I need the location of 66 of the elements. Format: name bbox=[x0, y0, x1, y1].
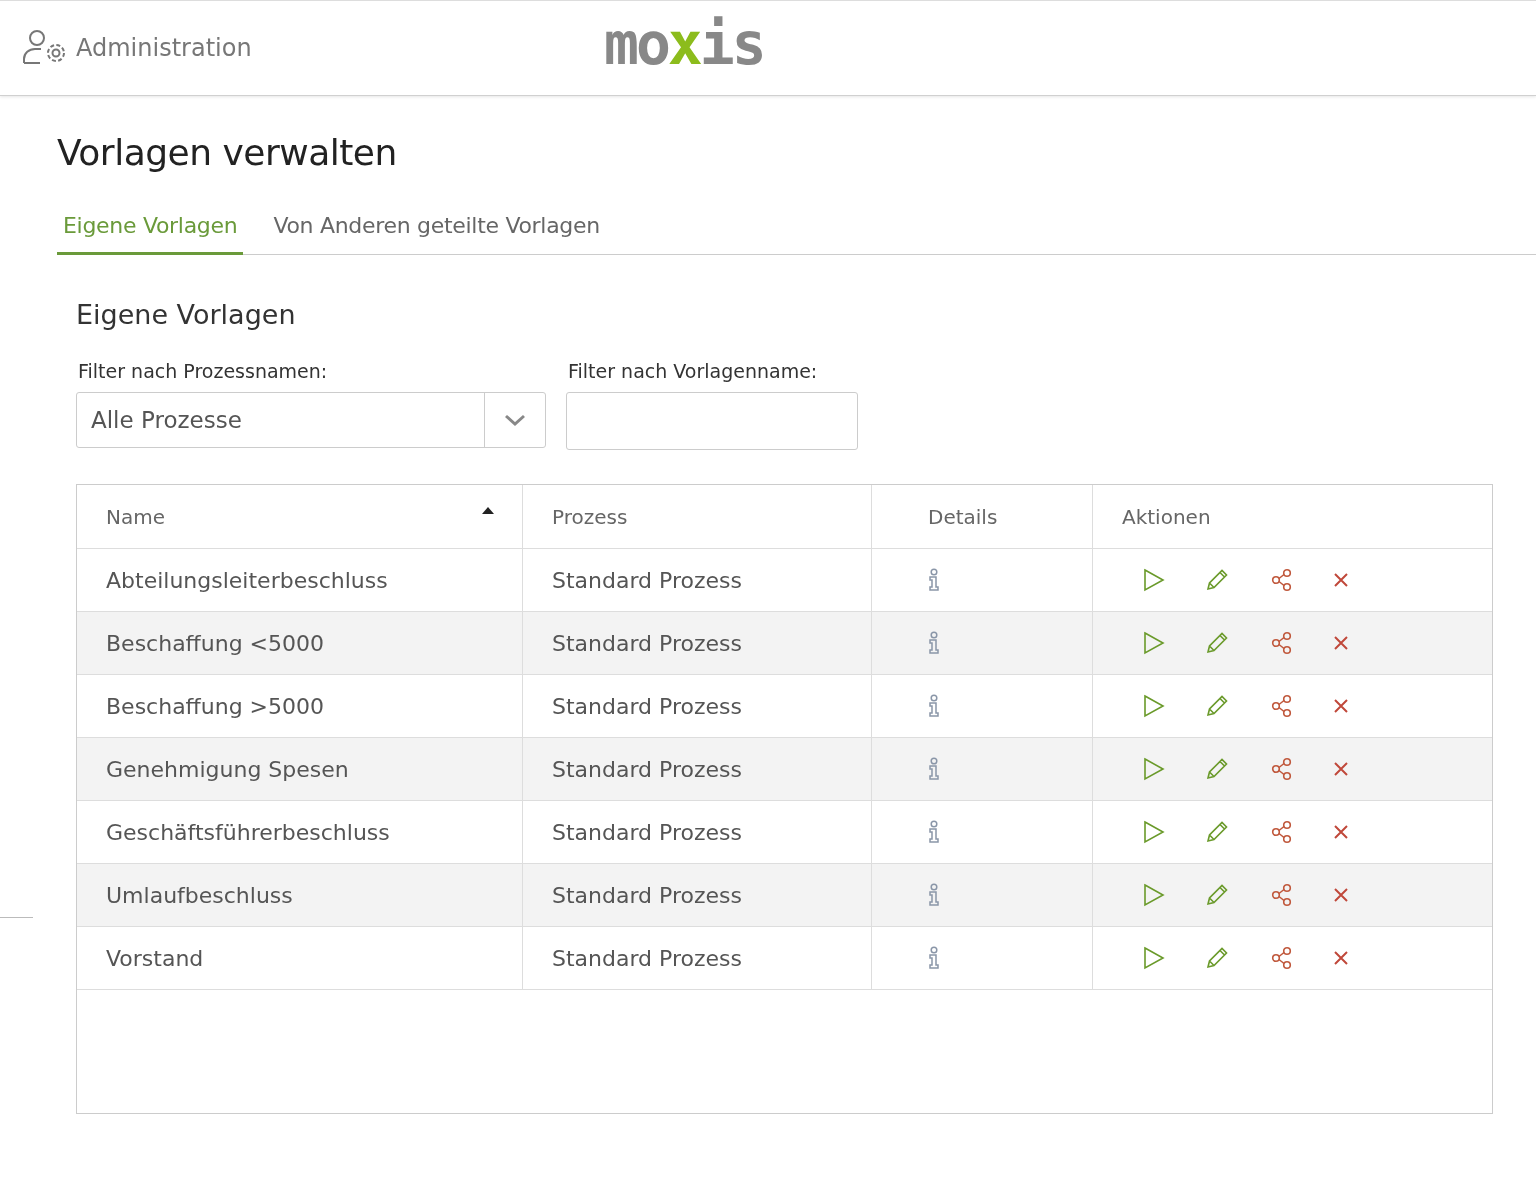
logo: moxis bbox=[604, 14, 764, 74]
process-name: Standard Prozess bbox=[552, 945, 742, 971]
play-icon[interactable] bbox=[1143, 820, 1165, 844]
share-icon[interactable] bbox=[1271, 694, 1293, 718]
pencil-icon[interactable] bbox=[1205, 757, 1229, 781]
play-icon[interactable] bbox=[1143, 631, 1165, 655]
filter-label: Filter nach Vorlagenname: bbox=[568, 360, 819, 382]
filter-label: Filter nach Prozessnamen: bbox=[78, 360, 329, 382]
play-icon[interactable] bbox=[1143, 757, 1165, 781]
pencil-icon[interactable] bbox=[1205, 694, 1229, 718]
process-name: Standard Prozess bbox=[552, 882, 742, 908]
info-icon[interactable] bbox=[928, 631, 940, 655]
process-name: Standard Prozess bbox=[552, 630, 742, 656]
user-settings-icon bbox=[22, 29, 68, 67]
column-header[interactable]: Details bbox=[928, 504, 998, 529]
template-name: Umlaufbeschluss bbox=[106, 882, 293, 908]
play-icon[interactable] bbox=[1143, 883, 1165, 907]
template-name: Vorstand bbox=[106, 945, 204, 971]
pencil-icon[interactable] bbox=[1205, 946, 1229, 970]
play-icon[interactable] bbox=[1143, 568, 1165, 592]
template-name: Beschaffung <5000 bbox=[106, 630, 325, 656]
process-name: Standard Prozess bbox=[552, 693, 742, 719]
info-icon[interactable] bbox=[928, 568, 940, 592]
template-name: Abteilungsleiterbeschluss bbox=[106, 567, 388, 593]
column-header[interactable]: Aktionen bbox=[1122, 504, 1211, 529]
info-icon[interactable] bbox=[928, 694, 940, 718]
template-name: Beschaffung >5000 bbox=[106, 693, 325, 719]
delete-icon[interactable] bbox=[1333, 761, 1349, 777]
process-name: Standard Prozess bbox=[552, 567, 742, 593]
process-name: Standard Prozess bbox=[552, 819, 742, 845]
delete-icon[interactable] bbox=[1333, 572, 1349, 588]
panel-title: Eigene Vorlagen bbox=[76, 299, 297, 330]
pencil-icon[interactable] bbox=[1205, 883, 1229, 907]
pencil-icon[interactable] bbox=[1205, 568, 1229, 592]
info-icon[interactable] bbox=[928, 757, 940, 781]
share-icon[interactable] bbox=[1271, 820, 1293, 844]
play-icon[interactable] bbox=[1143, 946, 1165, 970]
chevron-down-icon bbox=[504, 414, 526, 426]
share-icon[interactable] bbox=[1271, 946, 1293, 970]
play-icon[interactable] bbox=[1143, 694, 1165, 718]
template-name: Genehmigung Spesen bbox=[106, 756, 349, 782]
info-icon[interactable] bbox=[928, 820, 940, 844]
sort-arrow-icon[interactable] bbox=[482, 507, 494, 514]
page-title: Vorlagen verwalten bbox=[57, 132, 398, 173]
column-header[interactable]: Prozess bbox=[552, 504, 628, 529]
process-name: Standard Prozess bbox=[552, 756, 742, 782]
share-icon[interactable] bbox=[1271, 883, 1293, 907]
column-header[interactable]: Name bbox=[106, 504, 165, 529]
info-icon[interactable] bbox=[928, 883, 940, 907]
tab[interactable]: Eigene Vorlagen bbox=[57, 213, 244, 255]
share-icon[interactable] bbox=[1271, 757, 1293, 781]
tab[interactable]: Von Anderen geteilte Vorlagen bbox=[267, 213, 606, 255]
delete-icon[interactable] bbox=[1333, 824, 1349, 840]
share-icon[interactable] bbox=[1271, 631, 1293, 655]
delete-icon[interactable] bbox=[1333, 698, 1349, 714]
process-dropdown[interactable]: Alle Prozesse bbox=[76, 392, 546, 448]
pencil-icon[interactable] bbox=[1205, 631, 1229, 655]
section-title[interactable]: Administration bbox=[76, 34, 252, 62]
delete-icon[interactable] bbox=[1333, 635, 1349, 651]
info-icon[interactable] bbox=[928, 946, 940, 970]
share-icon[interactable] bbox=[1271, 568, 1293, 592]
pencil-icon[interactable] bbox=[1205, 820, 1229, 844]
delete-icon[interactable] bbox=[1333, 950, 1349, 966]
template-name: Geschäftsführerbeschluss bbox=[106, 819, 390, 845]
delete-icon[interactable] bbox=[1333, 887, 1349, 903]
name-filter-field[interactable] bbox=[566, 392, 858, 450]
